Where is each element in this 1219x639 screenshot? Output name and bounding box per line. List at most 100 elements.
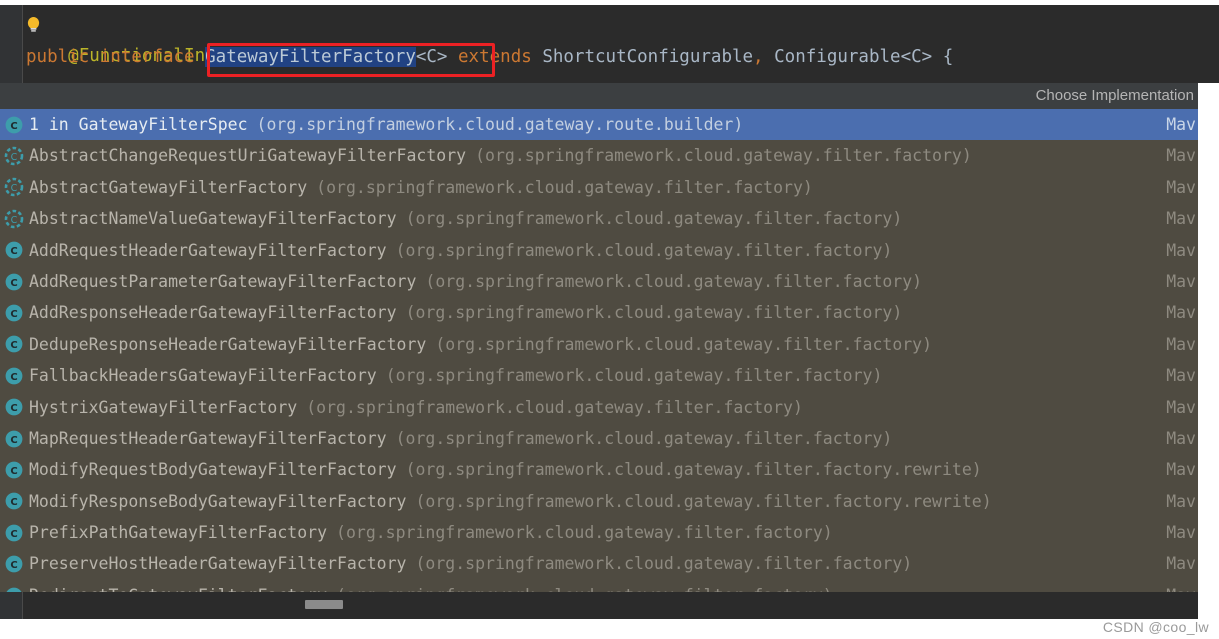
choose-implementation-popup: Choose Implementation C 1 in GatewayFilte… — [0, 83, 1198, 611]
list-item-module: Mav — [1166, 271, 1196, 291]
open-brace: { — [942, 47, 954, 67]
list-item[interactable]: C AddRequestParameterGatewayFilterFactory… — [0, 266, 1198, 297]
list-item-name: DedupeResponseHeaderGatewayFilterFactory — [29, 334, 427, 354]
list-item-name: AbstractNameValueGatewayFilterFactory — [29, 209, 397, 229]
abstract-class-icon: C — [4, 146, 24, 166]
list-item[interactable]: C ModifyResponseBodyGatewayFilterFactory (… — [0, 486, 1198, 517]
svg-text:C: C — [10, 246, 17, 257]
list-item-name: HystrixGatewayFilterFactory — [29, 397, 298, 417]
svg-text:C: C — [10, 560, 17, 571]
class-icon: C — [4, 272, 24, 292]
list-item[interactable]: C AddResponseHeaderGatewayFilterFactory (o… — [0, 297, 1198, 328]
scrollbar-gutter — [0, 592, 23, 619]
generic-parameter: <C> — [415, 47, 448, 67]
list-item[interactable]: C AbstractChangeRequestUriGatewayFilterFa… — [0, 140, 1198, 171]
list-item-module: Mav — [1166, 115, 1196, 134]
list-item[interactable]: C FallbackHeadersGatewayFilterFactory (org… — [0, 360, 1198, 391]
editor-gutter[interactable] — [0, 5, 23, 83]
list-item[interactable]: C DedupeResponseHeaderGatewayFilterFactor… — [0, 329, 1198, 360]
list-item-package: (org.springframework.cloud.gateway.filte… — [425, 271, 923, 291]
list-item[interactable]: C MapRequestHeaderGatewayFilterFactory (or… — [0, 423, 1198, 454]
selected-type-name[interactable]: GatewayFilterFactory — [205, 47, 416, 67]
svg-text:C: C — [10, 497, 17, 508]
list-item-package: (org.springframework.cloud.gateway.filte… — [405, 303, 903, 323]
class-icon: C — [4, 303, 24, 323]
class-icon: C — [4, 554, 24, 574]
list-item-package: (org.springframework.cloud.gateway.filte… — [395, 240, 893, 260]
list-item-module: Mav — [1166, 460, 1196, 480]
class-icon: C — [4, 460, 24, 480]
svg-text:C: C — [10, 403, 17, 414]
lightbulb-icon[interactable] — [24, 15, 43, 34]
svg-text:C: C — [10, 309, 17, 320]
list-item[interactable]: C PrefixPathGatewayFilterFactory (org.spri… — [0, 517, 1198, 548]
list-item-module: Mav — [1166, 240, 1196, 260]
list-item[interactable]: C AddRequestHeaderGatewayFilterFactory (or… — [0, 235, 1198, 266]
code-line-annotation[interactable]: @FunctionalInterface — [26, 7, 279, 66]
list-item[interactable]: C 1 in GatewayFilterSpec (org.springframew… — [0, 109, 1198, 141]
list-item-module: Mav — [1166, 303, 1196, 323]
list-item-name: AddRequestHeaderGatewayFilterFactory — [29, 240, 387, 260]
list-item-package: (org.springframework.cloud.gateway.filte… — [316, 177, 813, 197]
class-icon: C — [4, 115, 24, 135]
list-item-module: Mav — [1166, 209, 1196, 229]
list-item-name: ModifyRequestBodyGatewayFilterFactory — [29, 460, 397, 480]
popup-title: Choose Implementation — [0, 83, 1198, 109]
svg-text:C: C — [10, 435, 17, 446]
list-item-name: AbstractChangeRequestUriGatewayFilterFac… — [29, 146, 467, 166]
list-item-package: (org.springframework.cloud.gateway.filte… — [306, 397, 803, 417]
list-item-module: Mav — [1166, 177, 1196, 197]
list-item-package: (org.springframework.cloud.gateway.filte… — [415, 554, 913, 574]
list-item-module: Mav — [1166, 397, 1196, 417]
list-item-package: (org.springframework.cloud.gateway.filte… — [435, 334, 933, 354]
list-item-package: (org.springframework.cloud.gateway.filte… — [475, 146, 972, 166]
list-item-name: ModifyResponseBodyGatewayFilterFactory — [29, 491, 407, 511]
svg-text:C: C — [10, 466, 17, 477]
list-item-name: PrefixPathGatewayFilterFactory — [29, 523, 328, 543]
list-item[interactable]: C AbstractNameValueGatewayFilterFactory (o… — [0, 203, 1198, 234]
svg-text:C: C — [10, 340, 17, 351]
list-item[interactable]: C AbstractGatewayFilterFactory (org.spring… — [0, 172, 1198, 203]
supertype-configurable: Configurable<C> — [774, 47, 933, 67]
svg-text:C: C — [10, 278, 17, 289]
list-item-name: AbstractGatewayFilterFactory — [29, 177, 308, 197]
svg-text:C: C — [10, 529, 17, 540]
abstract-class-icon: C — [4, 209, 24, 229]
list-item-package: (org.springframework.cloud.gateway.filte… — [405, 460, 982, 480]
keyword-extends: extends — [458, 47, 532, 67]
list-item-name: AddResponseHeaderGatewayFilterFactory — [29, 303, 397, 323]
watermark: CSDN @coo_lw — [1102, 619, 1209, 635]
list-item[interactable]: C PreserveHostHeaderGatewayFilterFactory (… — [0, 548, 1198, 579]
svg-text:C: C — [11, 215, 18, 226]
list-item-name: FallbackHeadersGatewayFilterFactory — [29, 366, 377, 386]
list-item-module: Mav — [1166, 523, 1196, 543]
class-icon: C — [4, 397, 24, 417]
implementation-list[interactable]: C 1 in GatewayFilterSpec (org.springframew… — [0, 109, 1198, 611]
class-icon: C — [4, 523, 24, 543]
list-item-name: 1 in GatewayFilterSpec — [29, 115, 248, 134]
code-line-declaration[interactable]: public interface GatewayFilterFactory<C>… — [26, 41, 953, 74]
supertype-shortcut-configurable: ShortcutConfigurable — [542, 47, 754, 67]
abstract-class-icon: C — [4, 177, 24, 197]
list-item-module: Mav — [1166, 334, 1196, 354]
list-item-package: (org.springframework.cloud.gateway.filte… — [395, 428, 893, 448]
list-item-name: AddRequestParameterGatewayFilterFactory — [29, 271, 417, 291]
comma-separator: , — [753, 47, 764, 67]
list-item[interactable]: C HystrixGatewayFilterFactory (org.springf… — [0, 392, 1198, 423]
class-icon: C — [4, 491, 24, 511]
list-item-package: (org.springframework.cloud.gateway.route… — [256, 115, 744, 134]
list-item-module: Mav — [1166, 554, 1196, 574]
class-icon: C — [4, 429, 24, 449]
horizontal-scrollbar-thumb[interactable] — [305, 600, 343, 609]
svg-text:C: C — [10, 121, 17, 132]
svg-text:C: C — [11, 183, 18, 194]
list-item-package: (org.springframework.cloud.gateway.filte… — [336, 523, 833, 543]
list-item-module: Mav — [1166, 146, 1196, 166]
class-icon: C — [4, 240, 24, 260]
svg-text:C: C — [11, 152, 18, 163]
list-item-package: (org.springframework.cloud.gateway.filte… — [385, 366, 883, 386]
keyword-interface: interface — [99, 47, 195, 67]
list-item-module: Mav — [1166, 491, 1196, 511]
list-item-module: Mav — [1166, 366, 1196, 386]
list-item[interactable]: C ModifyRequestBodyGatewayFilterFactory (o… — [0, 454, 1198, 485]
